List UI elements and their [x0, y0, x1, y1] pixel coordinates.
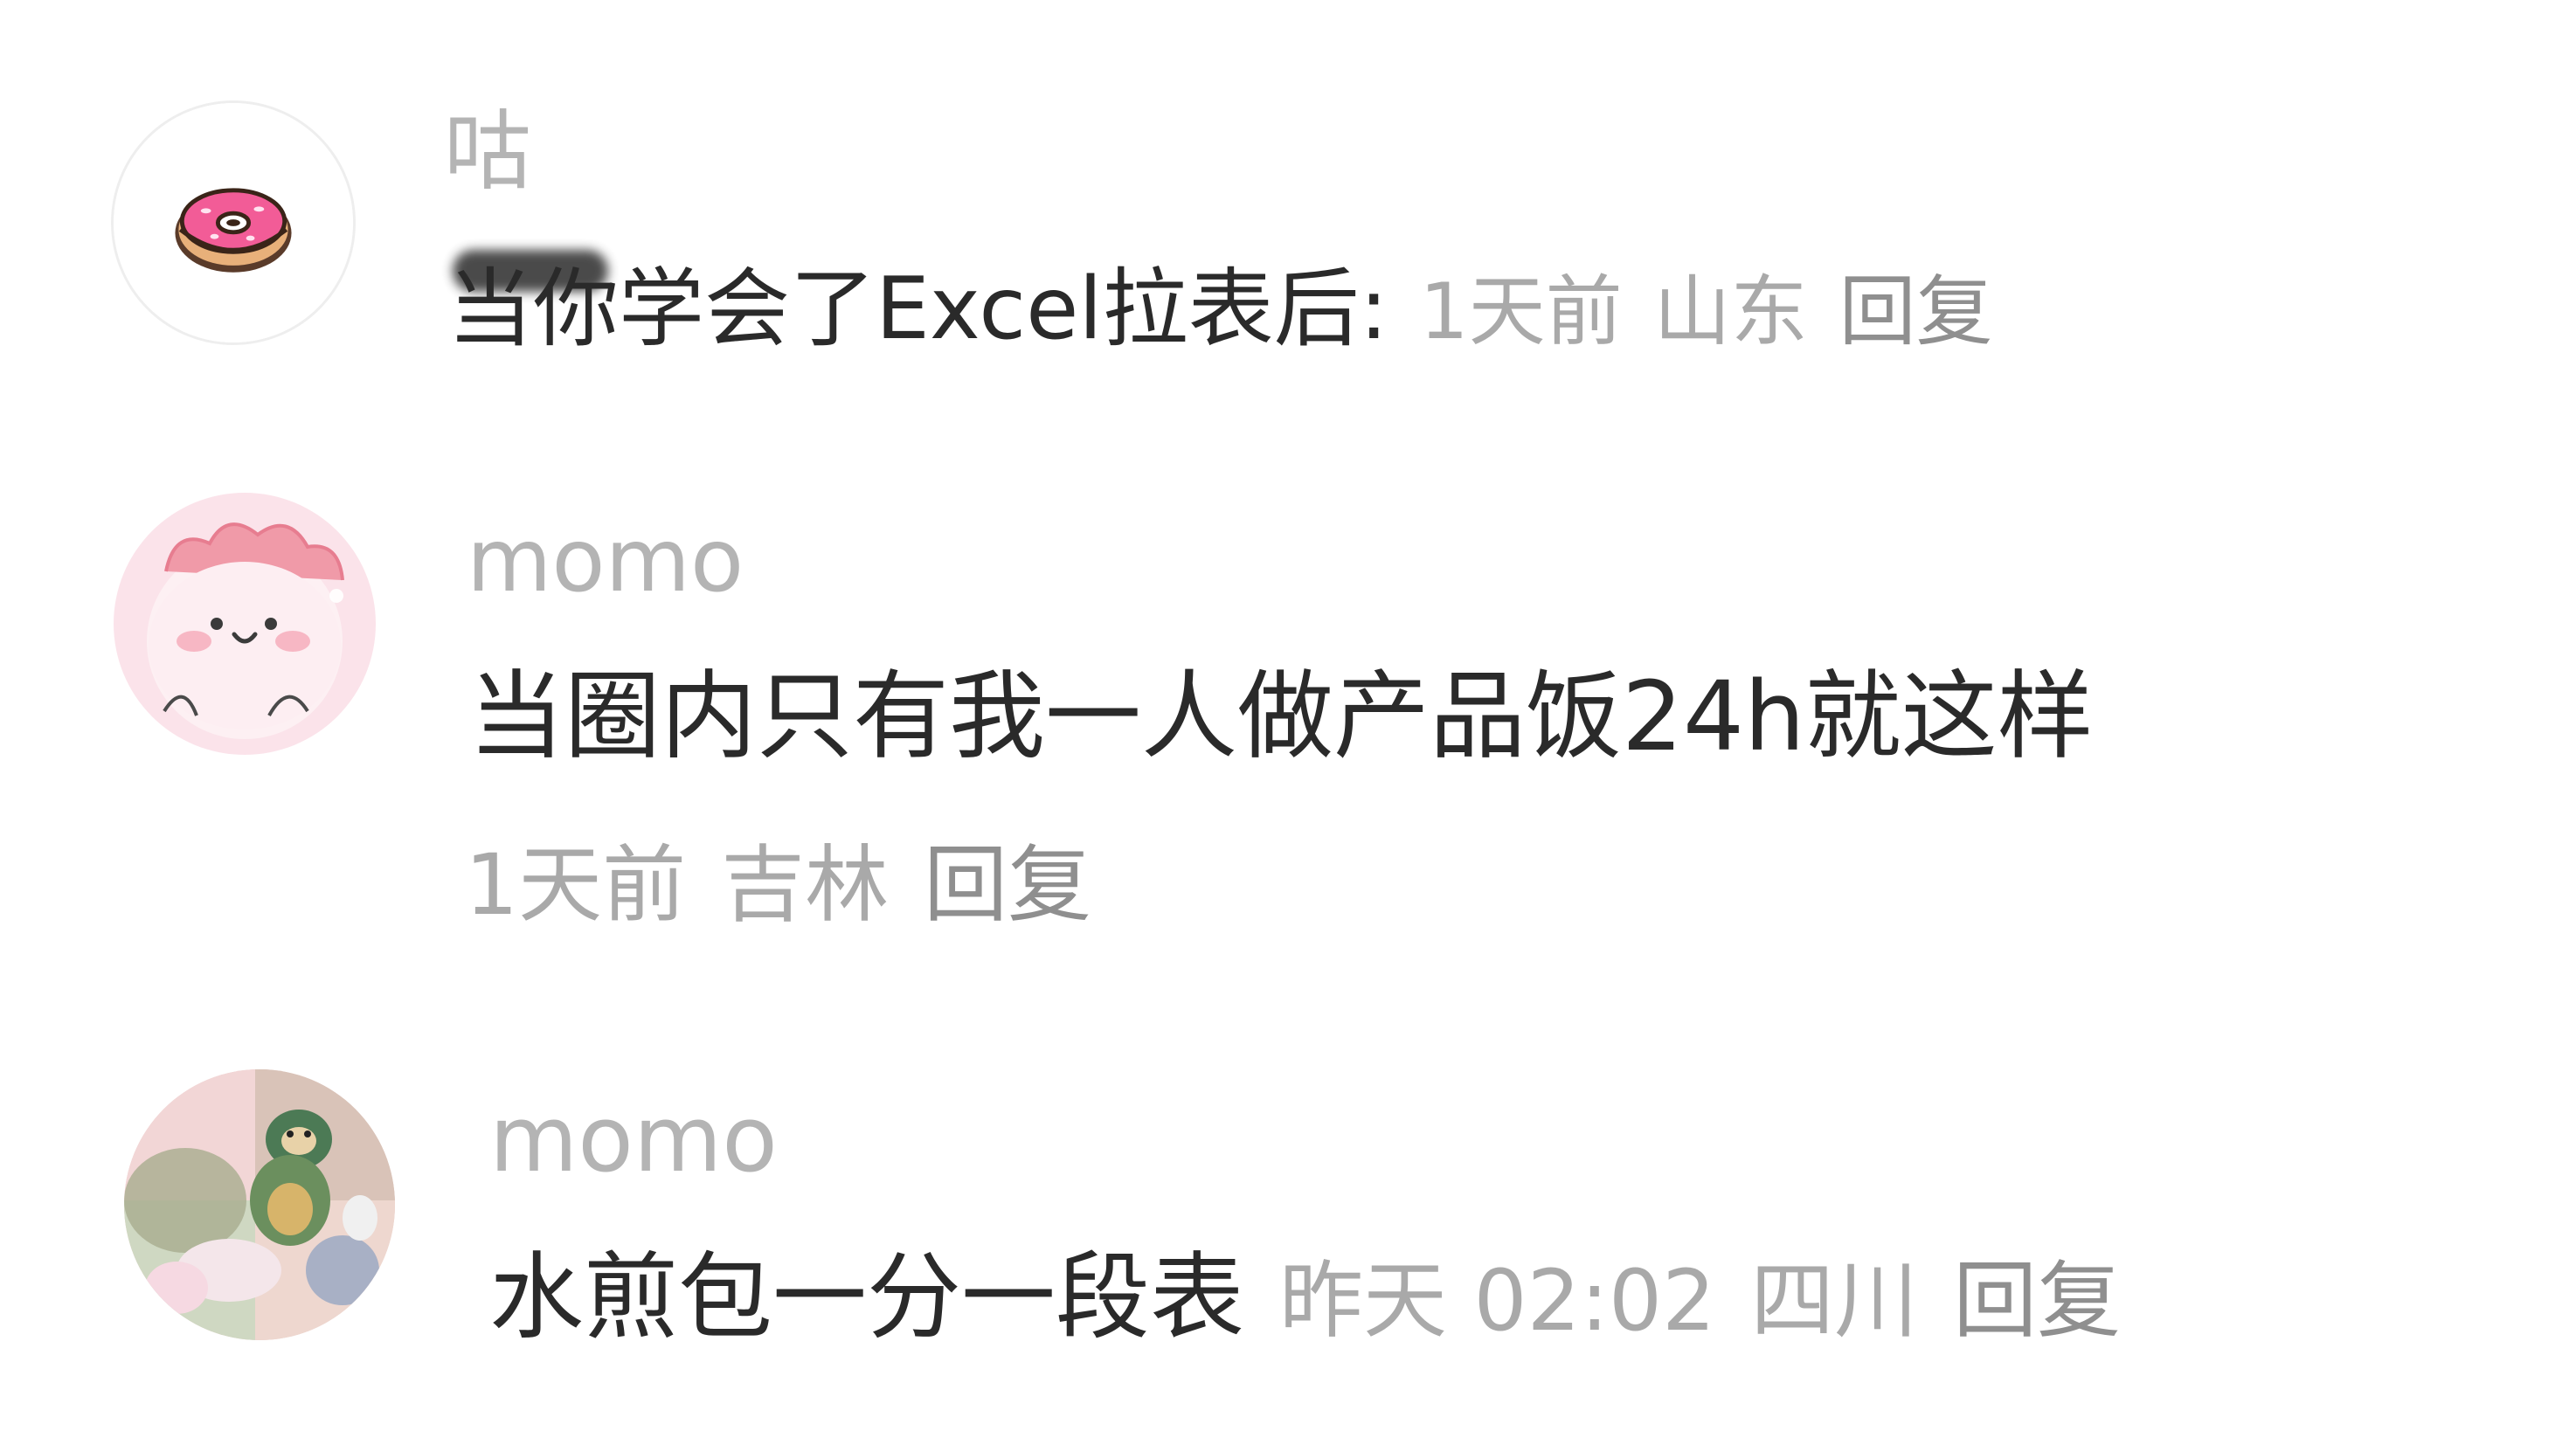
reply-button[interactable]: 回复	[1953, 1252, 2121, 1350]
comment-time: 1天前	[1419, 266, 1623, 356]
reply-button[interactable]: 回复	[924, 836, 1091, 934]
comment-text: 水煎包一分一段表	[489, 1243, 1245, 1352]
donut-icon	[114, 103, 353, 342]
comment-location: 山东	[1653, 266, 1808, 356]
comment-meta: 1天前 吉林 回复	[465, 843, 1091, 927]
username[interactable]: momo	[489, 1094, 778, 1185]
comment-time: 昨天 02:02	[1279, 1252, 1716, 1350]
comment-item: momo 当圈内只有我一人做产品饭24h就这样 1天前 吉林 回复	[0, 402, 2576, 961]
comment-location: 四川	[1750, 1252, 1919, 1350]
pink-dinosaur-icon	[114, 493, 376, 755]
avatar[interactable]	[111, 100, 356, 345]
comment-time: 1天前	[465, 836, 687, 934]
comment-text: 当圈内只有我一人做产品饭24h就这样	[468, 660, 2094, 772]
reply-button[interactable]: 回复	[1839, 266, 1993, 356]
comment-list: 咕 当你学会了Excel拉表后: 1天前 山东 回复 momo 当圈内只有我一人…	[0, 0, 2576, 1452]
comment-body: 当你学会了Excel拉表后: 1天前 山东 回复	[447, 266, 1993, 352]
username[interactable]: 咕	[444, 108, 531, 196]
comment-body: 水煎包一分一段表 昨天 02:02 四川 回复	[489, 1251, 2121, 1345]
username[interactable]: momo	[467, 517, 744, 605]
comment-location: 吉林	[721, 836, 890, 934]
plush-toys-photo	[124, 1069, 395, 1340]
avatar[interactable]	[124, 1069, 395, 1340]
avatar[interactable]	[114, 493, 376, 755]
comment-item: 咕 当你学会了Excel拉表后: 1天前 山东 回复	[0, 0, 2576, 402]
redaction-mark	[453, 250, 608, 292]
comment-item: momo 水煎包一分一段表 昨天 02:02 四川 回复	[0, 961, 2576, 1452]
